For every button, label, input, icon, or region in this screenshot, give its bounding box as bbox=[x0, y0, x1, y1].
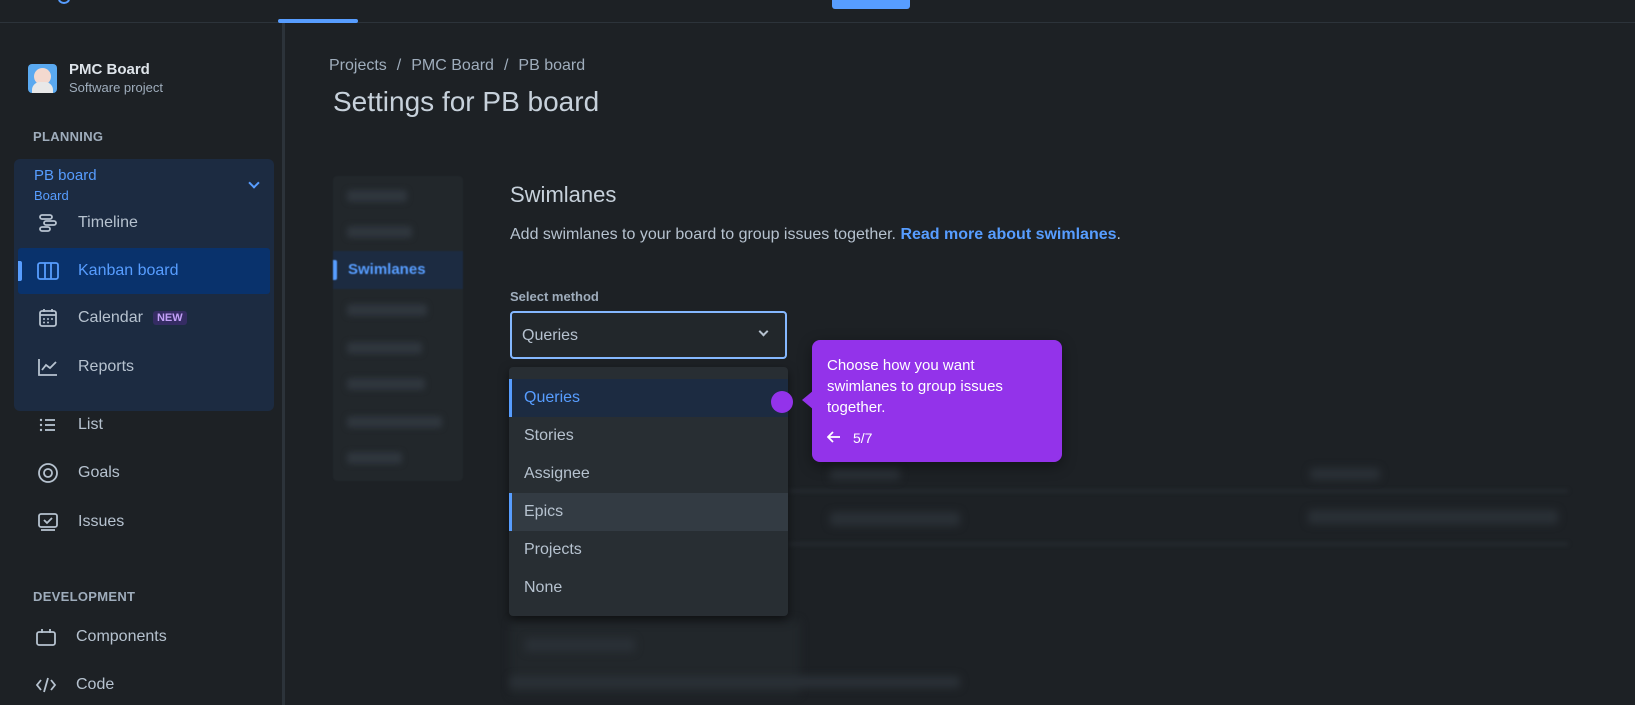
subnav-item[interactable] bbox=[347, 452, 402, 464]
sidebar-item-timeline[interactable]: Timeline bbox=[18, 200, 270, 246]
blurred-content bbox=[525, 638, 635, 652]
tooltip-text: Choose how you want swimlanes to group i… bbox=[827, 357, 1003, 416]
subnav-item[interactable] bbox=[347, 416, 442, 428]
timeline-icon bbox=[36, 212, 60, 234]
sidebar-item-kanban-board[interactable]: Kanban board bbox=[18, 248, 270, 294]
breadcrumb-projects[interactable]: Projects bbox=[329, 57, 387, 75]
subnav-item[interactable] bbox=[347, 378, 425, 390]
breadcrumb: Projects / PMC Board / PB board bbox=[329, 57, 585, 75]
development-section-label: DEVELOPMENT bbox=[33, 589, 136, 604]
sidebar-item-label: Components bbox=[76, 628, 167, 645]
sidebar-item-reports[interactable]: Reports bbox=[18, 344, 270, 390]
calendar-icon bbox=[36, 307, 60, 329]
project-header[interactable]: PMC Board Software project bbox=[28, 61, 163, 95]
select-method-options: Queries Stories Assignee Epics Projects … bbox=[509, 367, 788, 616]
blurred-content bbox=[1310, 468, 1380, 480]
select-method-label: Select method bbox=[510, 289, 599, 304]
tooltip-navigation: 5/7 bbox=[826, 430, 873, 446]
swimlanes-heading: Swimlanes bbox=[510, 182, 617, 207]
kanban-icon bbox=[36, 260, 60, 282]
goals-icon bbox=[36, 462, 60, 484]
subnav-item[interactable] bbox=[347, 226, 412, 238]
option-epics[interactable]: Epics bbox=[509, 493, 788, 531]
new-badge: NEW bbox=[152, 311, 187, 325]
project-name: PMC Board bbox=[69, 61, 150, 78]
subnav-item[interactable] bbox=[347, 304, 427, 316]
search-icon[interactable] bbox=[58, 0, 70, 4]
subnav-item-label: Swimlanes bbox=[348, 261, 426, 278]
option-stories[interactable]: Stories bbox=[509, 417, 788, 455]
board-name: PB board bbox=[34, 167, 97, 184]
option-assignee[interactable]: Assignee bbox=[509, 455, 788, 493]
create-button[interactable] bbox=[832, 0, 910, 9]
breadcrumb-board[interactable]: PB board bbox=[518, 57, 585, 75]
code-icon bbox=[34, 674, 58, 696]
tooltip-step-counter: 5/7 bbox=[853, 430, 873, 446]
sidebar-item-label: Issues bbox=[78, 513, 125, 530]
top-navigation-bar bbox=[0, 0, 1635, 23]
sidebar-item-issues[interactable]: Issues bbox=[18, 499, 270, 545]
subnav-item-swimlanes[interactable]: Swimlanes bbox=[333, 251, 463, 289]
page-title: Settings for PB board bbox=[333, 86, 600, 117]
reports-icon bbox=[36, 356, 60, 378]
sidebar-item-label: Reports bbox=[78, 358, 135, 375]
sidebar-item-label: Kanban board bbox=[78, 262, 179, 279]
option-none[interactable]: None bbox=[509, 569, 788, 607]
select-method-value: Queries bbox=[522, 327, 579, 344]
breadcrumb-project[interactable]: PMC Board bbox=[411, 57, 494, 75]
sidebar-item-calendar[interactable]: Calendar NEW bbox=[18, 295, 270, 341]
guide-tooltip: Choose how you want swimlanes to group i… bbox=[802, 340, 1062, 462]
sidebar-item-label: List bbox=[78, 416, 103, 433]
sidebar-item-components[interactable]: Components bbox=[16, 614, 268, 660]
chevron-down-icon[interactable] bbox=[248, 177, 260, 189]
project-avatar bbox=[28, 63, 57, 93]
blurred-content bbox=[1308, 510, 1558, 524]
sidebar-item-label: Calendar bbox=[78, 309, 143, 326]
project-type: Software project bbox=[69, 80, 163, 95]
board-switcher[interactable]: PB board Board bbox=[34, 167, 97, 203]
subnav-item[interactable] bbox=[347, 342, 422, 354]
select-method-dropdown[interactable]: Queries bbox=[510, 311, 787, 359]
sidebar: PMC Board Software project PLANNING PB b… bbox=[0, 23, 285, 705]
arrow-left-icon[interactable] bbox=[826, 430, 841, 446]
settings-subnav: Swimlanes bbox=[333, 176, 463, 481]
blurred-divider bbox=[788, 490, 1568, 492]
swimlanes-description: Add swimlanes to your board to group iss… bbox=[510, 226, 1121, 243]
blurred-content bbox=[830, 512, 960, 526]
sidebar-item-label: Code bbox=[76, 676, 115, 693]
sidebar-item-label: Timeline bbox=[78, 214, 138, 231]
breadcrumb-separator: / bbox=[503, 57, 509, 74]
chevron-down-icon bbox=[758, 326, 769, 337]
read-more-link[interactable]: Read more about swimlanes bbox=[900, 226, 1116, 243]
sidebar-item-list[interactable]: List bbox=[18, 402, 270, 448]
components-icon bbox=[34, 626, 58, 648]
sidebar-item-goals[interactable]: Goals bbox=[18, 450, 270, 496]
planning-section-label: PLANNING bbox=[33, 129, 104, 144]
blurred-content bbox=[510, 676, 960, 688]
blurred-divider bbox=[788, 543, 1568, 545]
guide-hotspot[interactable] bbox=[771, 391, 793, 413]
blurred-content bbox=[830, 468, 900, 480]
breadcrumb-separator: / bbox=[396, 57, 402, 74]
active-tab-indicator bbox=[278, 19, 358, 23]
option-queries[interactable]: Queries bbox=[509, 379, 788, 417]
option-projects[interactable]: Projects bbox=[509, 531, 788, 569]
subnav-item[interactable] bbox=[347, 190, 407, 202]
sidebar-item-code[interactable]: Code bbox=[16, 662, 268, 705]
sidebar-item-label: Goals bbox=[78, 464, 120, 481]
list-icon bbox=[36, 414, 60, 436]
issues-icon bbox=[36, 511, 60, 533]
